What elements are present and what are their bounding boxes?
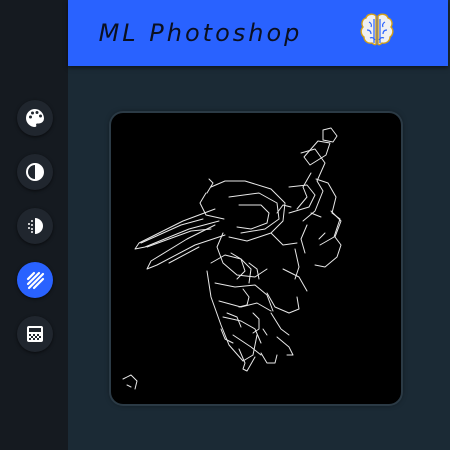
edge-tool-button[interactable] [17,262,53,298]
app-header: ML Photoshop [68,0,448,66]
halftone-tool-button[interactable] [17,208,53,244]
grid-tool-button[interactable] [17,316,53,352]
palette-tool-button[interactable] [17,100,53,136]
tool-sidebar [0,0,68,450]
halftone-icon [28,218,43,234]
hatch-icon [26,271,45,290]
contrast-tool-button[interactable] [17,154,53,190]
palette-icon [26,109,44,127]
brain-icon [360,13,394,46]
edge-detected-spaceship-image [122,127,342,390]
contrast-icon [26,163,44,181]
app-title: ML Photoshop [98,19,303,47]
grid-icon [27,326,43,342]
image-canvas[interactable] [111,113,401,404]
